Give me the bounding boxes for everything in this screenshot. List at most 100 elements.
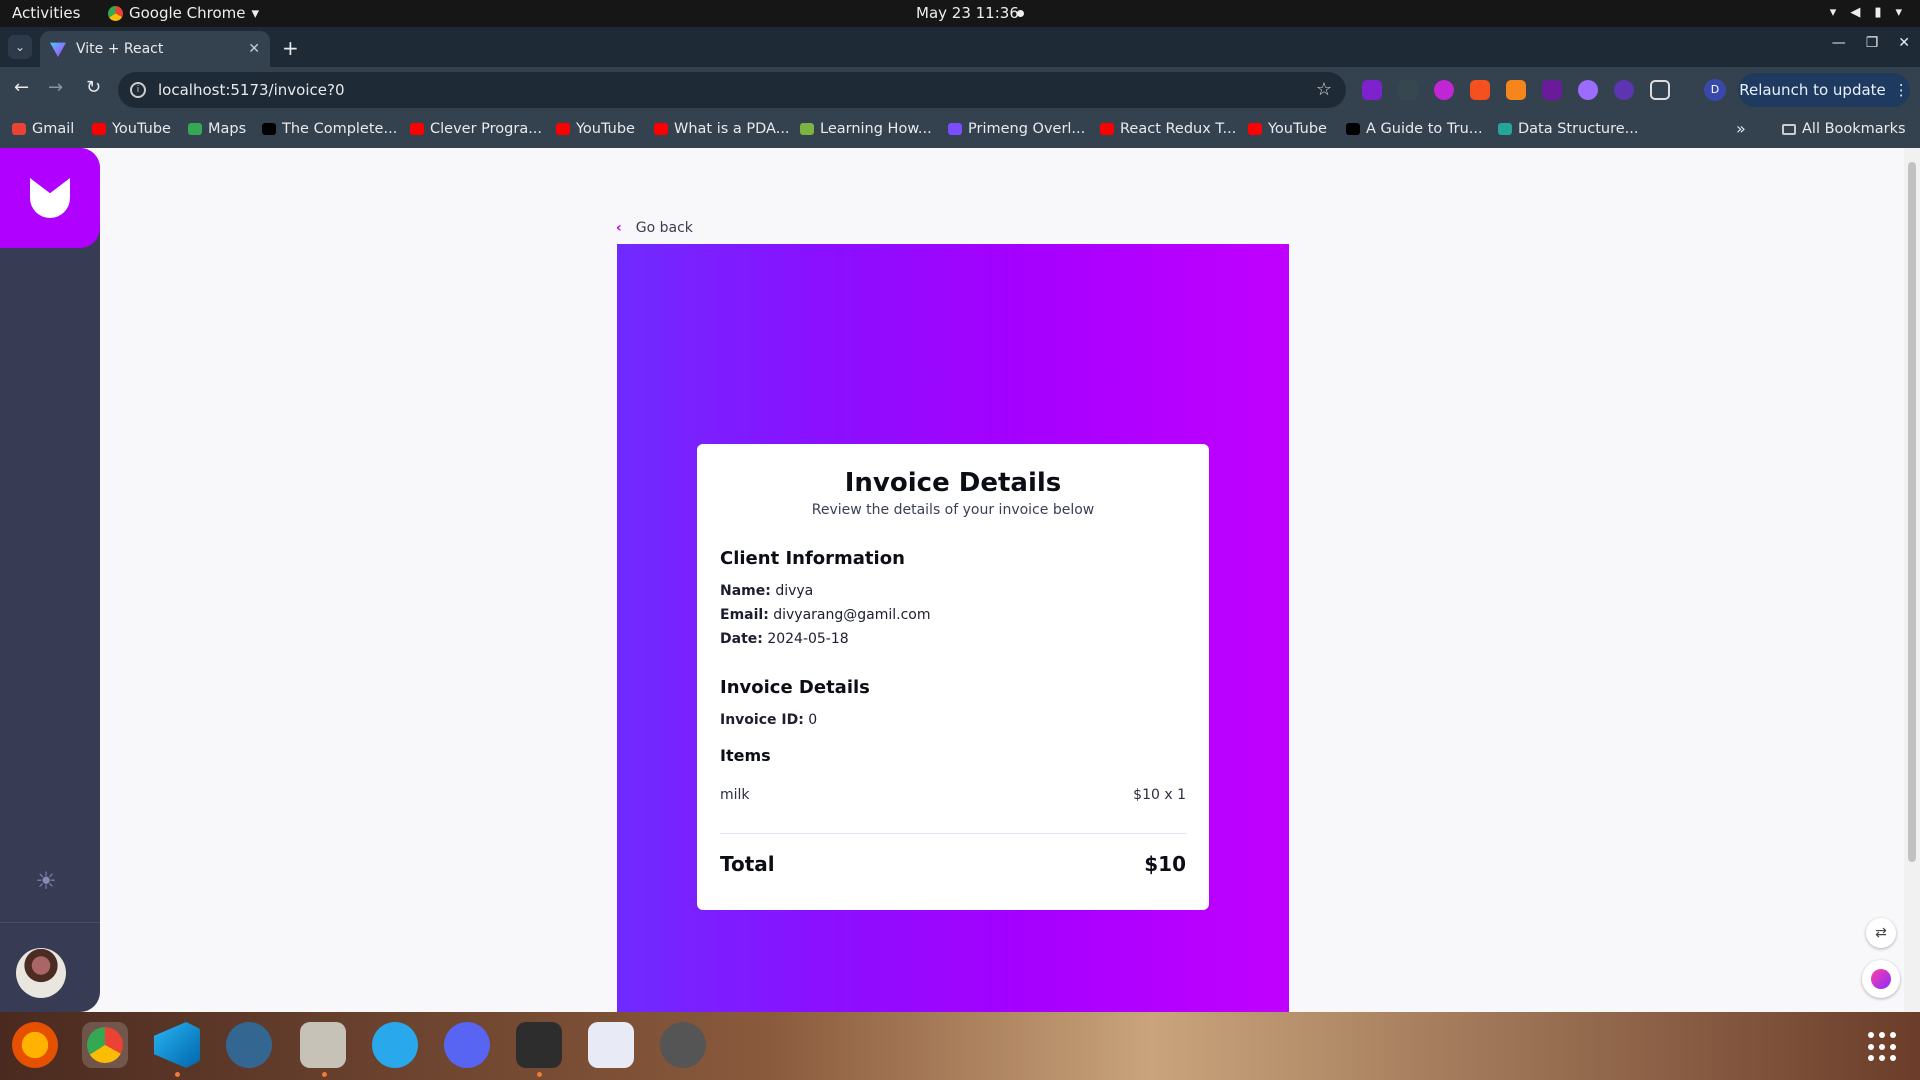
browser-toolbar: ← → ↻ i localhost:5173/invoice?0 ☆ D Rel… (0, 67, 1920, 113)
postgresql-icon[interactable] (226, 1022, 272, 1068)
item-price-qty: $10 x 1 (1133, 787, 1186, 803)
tab-title: Vite + React (76, 41, 164, 57)
bookmark-label: YouTube (576, 121, 635, 137)
reload-icon[interactable]: ↻ (86, 77, 101, 98)
show-apps-icon[interactable] (1868, 1032, 1898, 1062)
more-bookmarks-icon[interactable]: » (1736, 119, 1746, 138)
close-window-icon[interactable]: ✕ (1898, 35, 1910, 51)
system-status-area[interactable]: ▾ ◀ ▮ ▾ (1830, 5, 1902, 20)
bookmark-favicon-icon (1498, 123, 1512, 135)
running-indicator (322, 1072, 327, 1077)
forward-icon[interactable]: → (48, 77, 63, 98)
bookmark-item[interactable]: Maps (188, 121, 246, 137)
system-top-bar: Activities Google Chrome ▾ May 23 11:36 … (0, 0, 1920, 27)
new-tab-button[interactable]: + (282, 36, 299, 60)
profile-avatar[interactable]: D (1704, 79, 1726, 101)
page-scrollbar[interactable] (1904, 148, 1920, 1012)
tab-search-button[interactable]: ⌄ (8, 35, 32, 59)
clock[interactable]: May 23 11:36 (916, 4, 1019, 22)
minimize-icon[interactable]: — (1832, 35, 1846, 51)
extension-icon[interactable] (1434, 80, 1454, 100)
invoice-details-heading: Invoice Details (720, 677, 870, 698)
caret-down-icon: ▾ (251, 4, 260, 22)
maximize-icon[interactable]: ❐ (1866, 35, 1879, 51)
site-info-icon[interactable]: i (130, 82, 146, 98)
back-icon[interactable]: ← (14, 77, 29, 98)
name-value: divya (775, 583, 814, 599)
invoice-id-row: Invoice ID: 0 (720, 712, 1186, 728)
name-label: Name: (720, 583, 771, 599)
bookmark-label: Data Structure... (1518, 121, 1639, 137)
sun-icon[interactable]: ☀ (33, 868, 59, 894)
settings-gear-icon[interactable] (660, 1022, 706, 1068)
total-value: $10 (1144, 852, 1186, 876)
bookmark-label: What is a PDA... (674, 121, 790, 137)
scrollbar-thumb[interactable] (1908, 162, 1916, 862)
extension-icon[interactable] (1614, 80, 1634, 100)
avatar[interactable] (16, 948, 66, 998)
bookmark-item[interactable]: Primeng Overl... (948, 121, 1085, 137)
kebab-menu-icon: ⋮ (1893, 81, 1909, 99)
window-controls: — ❐ ✕ (1832, 35, 1910, 51)
chrome-logo-icon (87, 1027, 123, 1063)
bookmark-label: A Guide to Tru... (1366, 121, 1483, 137)
bookmark-item[interactable]: What is a PDA... (654, 121, 790, 137)
bookmark-item[interactable]: The Complete... (262, 121, 397, 137)
text-editor-icon[interactable] (588, 1022, 634, 1068)
bookmark-item[interactable]: React Redux T... (1100, 121, 1236, 137)
bookmark-item[interactable]: Clever Progra... (410, 121, 542, 137)
chevron-left-icon: ‹ (616, 220, 622, 236)
vscode-icon[interactable] (154, 1022, 200, 1068)
invoice-title: Invoice Details (844, 468, 1062, 498)
folder-icon (1782, 123, 1796, 135)
telegram-icon[interactable] (372, 1022, 418, 1068)
all-bookmarks-button[interactable]: All Bookmarks (1782, 121, 1906, 137)
bookmark-item[interactable]: YouTube (1248, 121, 1327, 137)
brain-icon (1871, 969, 1891, 989)
date-label: Date: (720, 631, 763, 647)
extensions-puzzle-icon[interactable] (1650, 80, 1670, 100)
bookmark-star-icon[interactable]: ☆ (1316, 79, 1332, 100)
extension-icon[interactable] (1362, 80, 1382, 100)
app-menu[interactable]: Google Chrome ▾ (108, 4, 259, 22)
terminal-icon[interactable] (516, 1022, 562, 1068)
metamask-icon[interactable] (1506, 80, 1526, 100)
extension-icon[interactable] (1578, 80, 1598, 100)
vite-favicon-icon (50, 42, 66, 57)
assistant-extension-button[interactable] (1862, 960, 1900, 998)
relaunch-button[interactable]: Relaunch to update ⋮ (1738, 73, 1910, 107)
bookmark-item[interactable]: Gmail (12, 121, 74, 137)
chrome-dock-icon[interactable] (82, 1022, 128, 1068)
tab-active[interactable]: Vite + React ✕ (40, 31, 270, 67)
logo-box[interactable] (0, 148, 100, 248)
bookmark-label: Maps (208, 121, 247, 137)
go-back-link[interactable]: ‹ Go back (616, 220, 693, 236)
translate-icon[interactable]: ⇄ (1866, 918, 1896, 948)
discord-icon[interactable] (444, 1022, 490, 1068)
client-name-row: Name: divya (720, 583, 1186, 599)
url-text: localhost:5173/invoice?0 (158, 81, 345, 99)
close-tab-icon[interactable]: ✕ (248, 41, 260, 57)
all-bookmarks-label: All Bookmarks (1802, 121, 1906, 137)
bookmark-item[interactable]: Learning How... (800, 121, 932, 137)
chrome-icon (108, 5, 123, 21)
address-bar[interactable]: i localhost:5173/invoice?0 ☆ (118, 72, 1346, 108)
files-icon[interactable] (300, 1022, 346, 1068)
grid-dot (1890, 1043, 1896, 1050)
bookmark-favicon-icon (1248, 123, 1262, 135)
app-name: Google Chrome (129, 4, 246, 22)
extension-icon[interactable] (1470, 80, 1490, 100)
bookmark-item[interactable]: YouTube (92, 121, 171, 137)
bookmark-label: YouTube (1268, 121, 1327, 137)
invoice-date-row: Date: 2024-05-18 (720, 631, 1186, 647)
grid-dot (1868, 1055, 1874, 1062)
extension-icon[interactable] (1542, 80, 1562, 100)
bookmark-item[interactable]: YouTube (556, 121, 635, 137)
bookmark-item[interactable]: A Guide to Tru... (1346, 121, 1483, 137)
bookmark-item[interactable]: Data Structure... (1498, 121, 1639, 137)
page-viewport: ☀ ‹ Go back Invoice Details Review the d… (0, 148, 1920, 1012)
firefox-icon[interactable] (12, 1022, 58, 1068)
notification-dot (1017, 10, 1024, 17)
activities-button[interactable]: Activities (12, 4, 80, 22)
extension-icon[interactable] (1398, 80, 1418, 100)
